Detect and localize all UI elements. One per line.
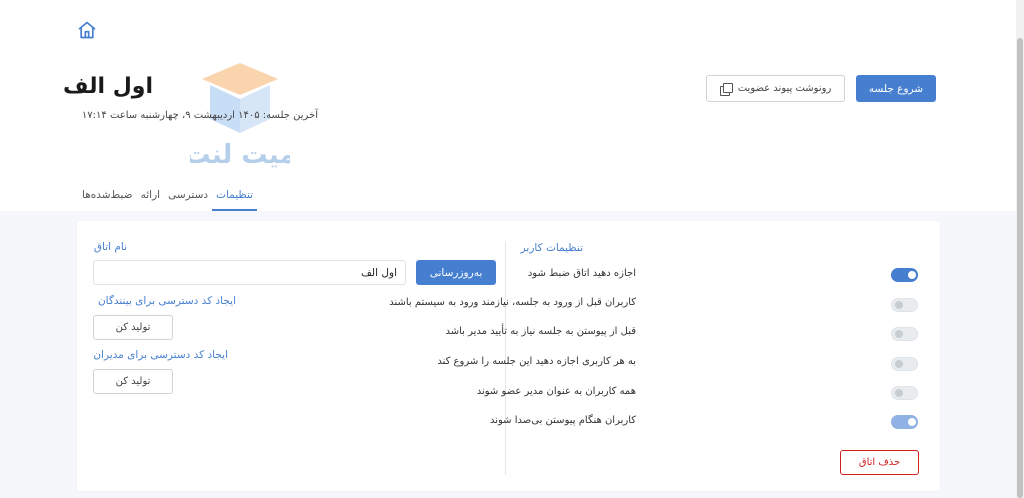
tab-settings[interactable]: تنظیمات [212, 183, 258, 211]
scrollbar-thumb[interactable] [1017, 38, 1023, 498]
setting-anyone-start-label: به هر کاربری اجازه دهید این جلسه را شروع… [437, 356, 636, 367]
setting-allow-recording-label: اجازه دهید اتاق ضبط شود [527, 268, 636, 279]
logo-text: میت‌ لنت [190, 140, 290, 170]
setting-all-moderators-label: همه کاربران به عنوان مدیر عضو شوند [476, 386, 636, 397]
tab-recordings[interactable]: ضبط‌شده‌ها [78, 183, 137, 211]
room-name-input[interactable] [93, 260, 406, 285]
toggle-anyone-start[interactable] [891, 357, 918, 371]
copy-icon [719, 82, 733, 96]
generate-moderator-code-button[interactable]: تولید کن [93, 369, 173, 394]
home-icon[interactable] [77, 20, 97, 40]
viewer-access-code-label: ایجاد کد دسترسی برای بینندگان [97, 295, 236, 307]
copy-invite-label: رونوشت پیوند عضویت [737, 83, 832, 94]
start-session-button[interactable]: شروع جلسه [856, 75, 936, 102]
moderator-access-code-label: ایجاد کد دسترسی برای مدیران [93, 349, 228, 361]
generate-viewer-code-button[interactable]: تولید کن [93, 315, 173, 340]
toggle-mute-on-join[interactable] [891, 415, 918, 429]
room-tabs: تنظیمات دسترسی ارائه ضبط‌شده‌ها [78, 183, 258, 211]
delete-room-button[interactable]: حذف اتاق [840, 450, 919, 475]
setting-require-signin-label: کاربران قبل از ورود به جلسه، نیازمند ورو… [389, 297, 636, 308]
setting-require-approval-label: قبل از پیوستن به جلسه نیاز به تأیید مدیر… [445, 326, 636, 337]
toggle-allow-recording[interactable] [891, 268, 918, 282]
toggle-require-approval[interactable] [891, 327, 918, 341]
tab-presentation[interactable]: ارائه [137, 183, 164, 211]
update-room-name-button[interactable]: به‌روزرسانی [416, 260, 496, 285]
toggle-require-signin[interactable] [891, 298, 918, 312]
room-name-label: نام اتاق [93, 241, 127, 253]
copy-invite-link-button[interactable]: رونوشت پیوند عضویت [706, 75, 845, 102]
scrollbar[interactable] [1016, 0, 1024, 498]
user-settings-title: تنظیمات کاربر [520, 242, 583, 254]
header-area: میت‌ لنت اول الف آخرین جلسه: ۱۴۰۵ اردیبه… [0, 0, 1016, 211]
room-title: اول الف [63, 74, 153, 99]
tab-access[interactable]: دسترسی [164, 183, 212, 211]
last-session-info: آخرین جلسه: ۱۴۰۵ اردیبهشت ۹، چهارشنبه سا… [81, 110, 318, 121]
toggle-all-moderators[interactable] [891, 386, 918, 400]
setting-mute-on-join-label: کاربران هنگام پیوستن بی‌صدا شوند [489, 415, 636, 426]
